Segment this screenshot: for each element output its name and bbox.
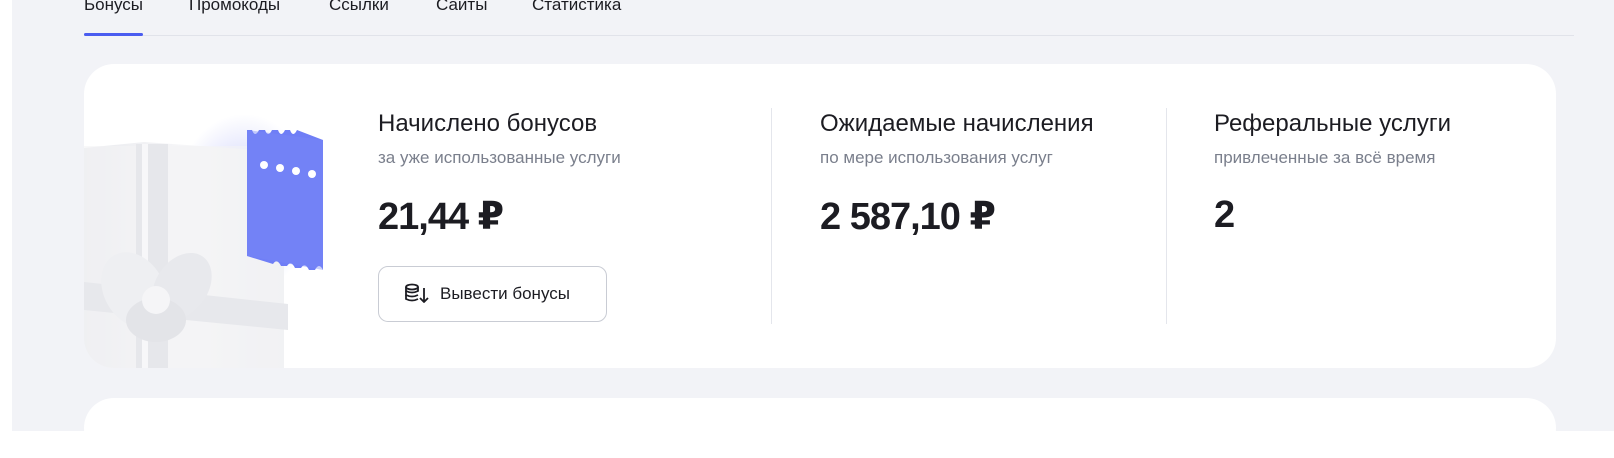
stat-referral-subtitle: привлеченные за всё время xyxy=(1214,148,1436,167)
tabs-bar: Бонусы Промокоды Ссылки Сайты Статистика xyxy=(84,0,1574,36)
stat-accrued-title: Начислено бонусов xyxy=(378,110,598,137)
tab-links[interactable]: Ссылки xyxy=(329,0,389,35)
stat-referral-services: Реферальные услуги привлеченные за всё в… xyxy=(1214,64,1534,368)
tab-statistics[interactable]: Статистика xyxy=(532,0,621,35)
bonus-summary-card: Начислено бонусов за уже использованные … xyxy=(84,64,1556,368)
stat-referral-title: Реферальные услуги xyxy=(1214,110,1452,137)
left-edge xyxy=(0,0,12,431)
withdraw-bonuses-label: Вывести бонусы xyxy=(440,284,570,303)
stat-accrued-bonuses: Начислено бонусов за уже использованные … xyxy=(378,64,758,368)
tab-sites[interactable]: Сайты xyxy=(436,0,487,35)
stat-accrued-subtitle: за уже использованные услуги xyxy=(378,148,621,167)
stat-expected-subtitle: по мере использования услуг xyxy=(820,148,1053,167)
stat-referral-value: 2 xyxy=(1214,194,1235,236)
coins-withdraw-icon xyxy=(403,282,431,306)
main-content: Бонусы Промокоды Ссылки Сайты Статистика xyxy=(12,0,1614,458)
gift-ticket-illustration xyxy=(84,64,334,368)
tab-bonuses[interactable]: Бонусы xyxy=(84,0,144,36)
tab-promocodes[interactable]: Промокоды xyxy=(189,0,280,35)
withdraw-bonuses-button[interactable]: Вывести бонусы xyxy=(378,266,607,322)
stat-expected-value: 2 587,10 ₽ xyxy=(820,196,996,238)
stat-accrued-value: 21,44 ₽ xyxy=(378,196,504,238)
stat-expected-title: Ожидаемые начисления xyxy=(820,110,1094,137)
stat-divider xyxy=(1166,108,1167,324)
next-card xyxy=(84,398,1556,458)
stat-divider xyxy=(771,108,772,324)
stat-expected-accruals: Ожидаемые начисления по мере использован… xyxy=(820,64,1160,368)
